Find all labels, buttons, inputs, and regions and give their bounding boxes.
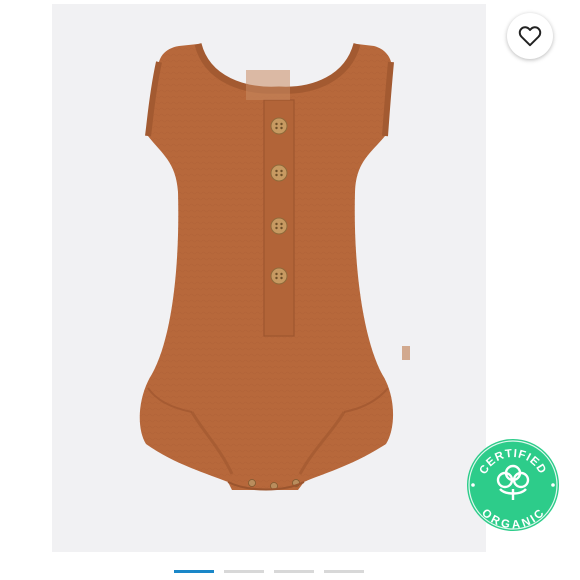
pager-dot-4[interactable] <box>324 570 364 573</box>
certified-organic-badge: CERTIFIED ORGANIC <box>465 437 561 533</box>
pager-dot-3[interactable] <box>274 570 314 573</box>
favorite-button[interactable] <box>507 13 553 59</box>
button-2 <box>270 164 288 182</box>
listing-page: CERTIFIED ORGANIC <box>0 0 580 580</box>
pager-dot-2[interactable] <box>224 570 264 573</box>
heart-icon <box>518 26 542 47</box>
button-1 <box>270 117 288 135</box>
button-3 <box>270 217 288 235</box>
snap-1 <box>248 479 256 487</box>
pager-dot-1[interactable] <box>174 570 214 573</box>
product-image[interactable] <box>52 4 486 552</box>
button-4 <box>270 267 288 285</box>
image-pager <box>0 568 580 576</box>
bodysuit-image <box>139 42 410 491</box>
